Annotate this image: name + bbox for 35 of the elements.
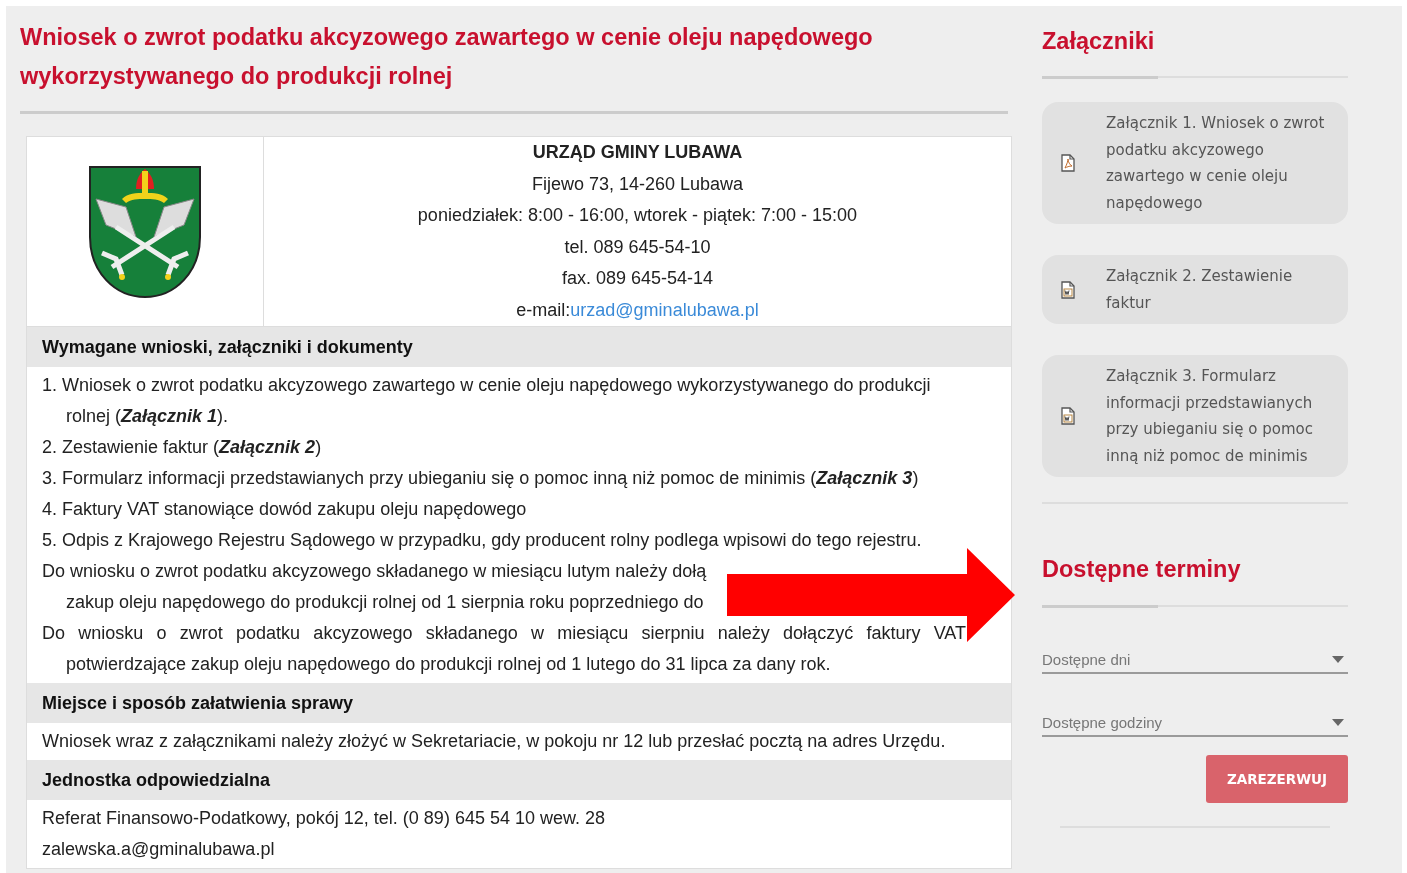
sidebar-heading: Dostępne terminy	[1042, 555, 1242, 584]
document-list-item: 3. Formularz informacji przedstawianych przy ubieganiu się o pomoc inną niż pomoc de minimis (Załącznik 3)	[42, 467, 920, 490]
dropdown-field[interactable]: Dostępne godziny	[1042, 710, 1348, 737]
office-name: URZĄD GMINY LUBAWA	[532, 141, 743, 164]
page-title: Wniosek o zwrot podatku akcyzowego zawartego w cenie oleju napędowego wykorzystywanego do produkcji rolnej	[20, 23, 874, 91]
document-list-item: 5. Odpis z Krajowego Rejestru Sądowego w przypadku, gdy producent rolny podlega wpisowi do tego rejestru.	[42, 529, 923, 552]
info-text: Referat Finansowo-Podatkowy, pokój 12, tel. (0 89) 645 54 10 wew. 28	[42, 807, 606, 830]
office-info-line: Fijewo 73, 14-260 Lubawa	[531, 172, 744, 196]
info-paragraph-line: zakup oleju napędowego do produkcji rolnej od 1 sierpnia roku poprzedniego do	[66, 592, 704, 612]
section-heading: Jednostka odpowiedzialna	[27, 760, 1011, 800]
dropdown-field[interactable]: Dostępne dni	[1042, 647, 1348, 674]
info-paragraph-line: Do wniosku o zwrot podatku akcyzowego składanego w miesiącu lutym należy dołą	[42, 561, 707, 581]
reserve-button[interactable]: ZAREZERWUJ	[1206, 755, 1348, 803]
info-paragraph: Do wniosku o zwrot podatku akcyzowego składanego w miesiącu sierpniu należy dołączyć faktury VAT potwierdzające zakup oleju napędowego do produkcji rolnej od 1 lutego do 31 lipca za dany rok.	[42, 622, 966, 676]
attachment-link[interactable]: Załącznik 2. Zestawienie faktur	[1042, 255, 1348, 324]
info-text: Wniosek wraz z załącznikami należy złożyć w Sekretariacie, w pokoju nr 12 lub przesłać pocztą na adres Urzędu.	[42, 730, 947, 753]
attachment-link[interactable]: Załącznik 3. Formularz informacji przedstawianych przy ubieganiu się o pomoc inną niż pomoc de minimis	[1042, 355, 1348, 477]
section-heading: Wymagane wnioski, załączniki i dokumenty	[27, 327, 1011, 367]
section-heading: Miejsce i sposób załatwienia sprawy	[27, 683, 1011, 723]
email-link[interactable]: urzad@gminalubawa.pl	[570, 299, 759, 320]
word-file-icon	[1060, 407, 1076, 425]
document-list-item: 1. Wniosek o zwrot podatku akcyzowego zawartego w cenie oleju napędowego wykorzystywanego do produkcji rolnej (Załącznik 1).	[42, 374, 932, 428]
office-info-line: tel. 089 645-54-10	[564, 235, 711, 259]
pdf-file-icon	[1060, 154, 1076, 172]
info-text: zalewska.a@gminalubawa.pl	[42, 838, 276, 861]
document-list-item: 4. Faktury VAT stanowiące dowód zakupu oleju napędowego	[42, 498, 528, 521]
attachment-link[interactable]: Załącznik 1. Wniosek o zwrot podatku akcyzowego zawartego w cenie oleju napędowego	[1042, 102, 1348, 224]
word-file-icon	[1060, 280, 1076, 299]
dropdown-caret-icon	[1332, 719, 1344, 726]
office-info-line: fax. 089 645-54-14	[561, 267, 714, 290]
dropdown-caret-icon	[1332, 656, 1344, 663]
email-label: e-mail:	[516, 299, 571, 320]
office-info-line: poniedziałek: 8:00 - 16:00, wtorek - piątek: 7:00 - 15:00	[417, 204, 858, 227]
document-list-item: 2. Zestawienie faktur (Załącznik 2)	[42, 436, 323, 459]
sidebar-heading: Załączniki	[1042, 27, 1156, 56]
